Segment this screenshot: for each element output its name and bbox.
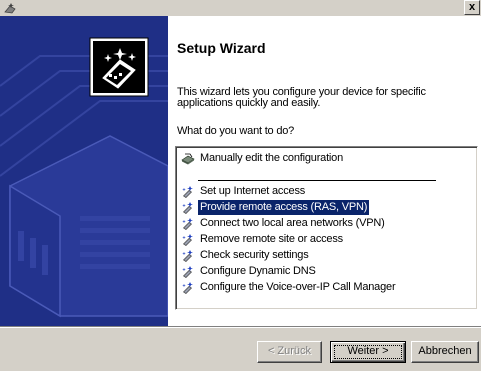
list-item-label: Set up Internet access [200, 185, 306, 197]
list-item-label: Provide remote access (RAS, VPN) [198, 200, 370, 215]
list-item-manual-config[interactable]: Manually edit the configuration [179, 151, 475, 166]
cancel-button[interactable]: Abbrechen [411, 341, 479, 363]
back-button[interactable]: < Zurück [257, 341, 322, 363]
wizard-wand-icon [182, 250, 193, 262]
wizard-description: This wizard lets you configure your devi… [177, 86, 426, 109]
list-item-security-settings[interactable]: Check security settings [179, 248, 475, 263]
wizard-wand-icon [182, 282, 193, 294]
title-bar: x [0, 0, 481, 16]
list-item-voip-call-manager[interactable]: Configure the Voice-over-IP Call Manager [179, 280, 475, 295]
list-item-label: Manually edit the configuration [200, 152, 344, 164]
list-item-internet-access[interactable]: Set up Internet access [179, 184, 475, 199]
list-separator [198, 180, 436, 181]
banner-artwork [0, 37, 168, 318]
list-item-connect-lans[interactable]: Connect two local area networks (VPN) [179, 216, 475, 231]
list-item-remote-access[interactable]: Provide remote access (RAS, VPN) [179, 200, 475, 215]
wizard-wand-icon [182, 218, 193, 230]
list-item-dynamic-dns[interactable]: Configure Dynamic DNS [179, 264, 475, 279]
wizard-content: Setup Wizard This wizard lets you config… [168, 16, 481, 326]
next-button[interactable]: Weiter > [330, 341, 406, 363]
list-item-label: Configure Dynamic DNS [200, 265, 316, 277]
list-item-remove-remote-site[interactable]: Remove remote site or access [179, 232, 475, 247]
footer-divider-highlight [0, 327, 481, 328]
wizard-wand-icon [182, 186, 193, 198]
list-item-label: Configure the Voice-over-IP Call Manager [200, 281, 396, 293]
list-item-label: Connect two local area networks (VPN) [200, 217, 385, 229]
wizard-question: What do you want to do? [177, 125, 295, 137]
wizard-wand-icon [182, 202, 193, 214]
list-item-label: Check security settings [200, 249, 309, 261]
page-title: Setup Wizard [177, 40, 266, 56]
wizard-wand-icon [182, 266, 193, 278]
wizard-wand-icon [182, 234, 193, 246]
wizard-app-icon [4, 3, 16, 14]
network-card-icon [181, 153, 195, 165]
list-item-label: Remove remote site or access [200, 233, 343, 245]
options-listbox[interactable]: Manually edit the configuration Set up I… [175, 146, 478, 310]
close-button[interactable]: x [464, 0, 480, 15]
wizard-banner [0, 16, 168, 326]
